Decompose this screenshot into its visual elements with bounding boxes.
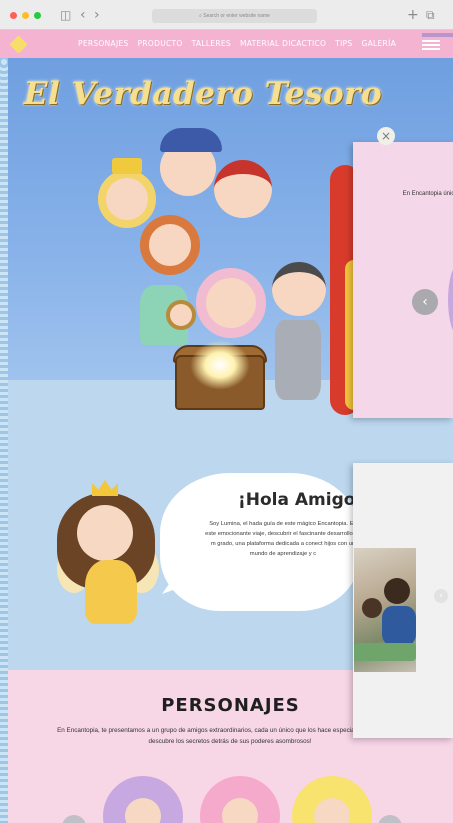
back-button[interactable]: ‹ (80, 7, 86, 23)
lightbox-prev-button[interactable]: ‹ (412, 289, 438, 315)
close-icon[interactable]: × (377, 127, 395, 145)
nav-links: PERSONAJES PRODUCTO TALLERES MATERIAL DI… (78, 39, 396, 48)
tab-overview-button[interactable]: ⧉ (426, 7, 435, 23)
hamburger-menu-icon[interactable] (422, 40, 440, 50)
minimize-window-button[interactable] (22, 12, 29, 19)
nav-link-producto[interactable]: PRODUCTO (138, 39, 183, 48)
site-navbar: PERSONAJES PRODUCTO TALLERES MATERIAL DI… (0, 30, 453, 58)
greeting-heading: ¡Hola Amigos (238, 490, 366, 510)
nav-link-talleres[interactable]: TALLERES (192, 39, 231, 48)
gallery-prev-button[interactable]: ‹ (434, 589, 448, 603)
menu-accent-bar (422, 33, 453, 37)
lightbox-text: En Encantopia único que (402, 191, 453, 197)
nav-link-personajes[interactable]: PERSONAJES (78, 39, 129, 48)
close-window-button[interactable] (10, 12, 17, 19)
hero-title: El Verdadero Tesoro (23, 76, 383, 112)
address-bar[interactable]: ⌕ Search or enter website name (152, 9, 317, 23)
zoom-window-button[interactable] (34, 12, 41, 19)
forward-button[interactable]: › (94, 7, 100, 23)
new-tab-button[interactable]: + (407, 7, 419, 23)
star-logo-icon[interactable] (9, 35, 28, 54)
browser-toolbar: ◫ ‹ › ⌕ Search or enter website name + ⧉ (0, 0, 453, 30)
sidebar-icon[interactable]: ◫ (60, 7, 71, 23)
left-border-pattern (0, 58, 8, 823)
nav-link-galeria[interactable]: GALERÍA (362, 39, 397, 48)
greeting-text: Soy Lumina, el hada guía de este mágico … (205, 521, 361, 557)
lightbox-panel (353, 142, 453, 418)
nav-link-material-didactico[interactable]: MATERIAL DICACTICO (240, 39, 326, 48)
gallery-photo (354, 548, 416, 672)
address-placeholder: Search or enter website name (203, 13, 270, 19)
nav-link-tips[interactable]: TIPS (335, 39, 352, 48)
